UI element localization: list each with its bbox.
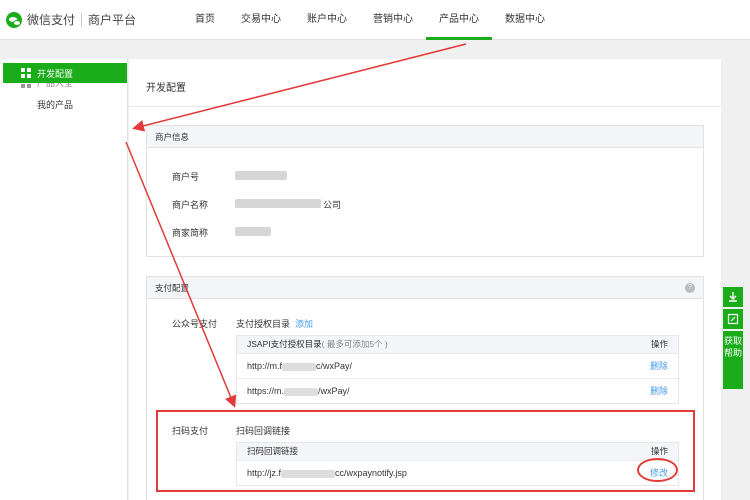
merchant-name-suffix: 公司 — [323, 200, 342, 210]
download-button[interactable] — [723, 287, 743, 307]
title-divider — [129, 106, 721, 107]
nav-trade-center[interactable]: 交易中心 — [228, 0, 294, 40]
add-dir-link[interactable]: 添加 — [295, 317, 313, 330]
table-header: JSAPI支付授权目录( 最多可添加5个 ) 操作 — [237, 336, 678, 353]
help-icon[interactable]: ? — [685, 283, 695, 293]
jsapi-pay-label: 公众号支付 — [172, 319, 218, 329]
brand-logo[interactable]: 微信支付 商户平台 — [6, 11, 136, 28]
sidebar: 产品大全 我的产品 — [0, 59, 128, 500]
merchant-short-label: 商家简称 — [172, 228, 209, 238]
dir-url-prefix: http://m.f — [247, 361, 283, 371]
brand-divider — [81, 12, 83, 27]
table-row: https://m. /wxPay/ 删除 — [237, 378, 678, 403]
download-icon — [729, 292, 737, 302]
dir-url-suffix: /wxPay/ — [318, 386, 350, 396]
merchant-short-value — [235, 227, 271, 236]
page-title: 开发配置 — [146, 83, 186, 94]
merchant-id-label: 商户号 — [172, 172, 200, 182]
table-row: http://m.f c/wxPay/ 删除 — [237, 353, 678, 378]
nav-home[interactable]: 首页 — [182, 0, 228, 40]
main-nav: 首页 交易中心 账户中心 营销中心 产品中心 数据中心 — [182, 0, 558, 40]
floating-panel: 获取帮助 — [723, 287, 743, 389]
jsapi-dir-label: 支付授权目录 — [236, 319, 291, 329]
dir-url-suffix: c/wxPay/ — [316, 361, 353, 371]
op-header: 操作 — [650, 339, 668, 349]
dir-url-prefix: https://m. — [247, 386, 285, 396]
delete-link[interactable]: 删除 — [650, 354, 668, 378]
grid-icon — [21, 68, 31, 78]
feedback-button[interactable] — [723, 309, 743, 329]
merchant-id-value — [235, 171, 287, 180]
pay-config-title: 支付配置 — [147, 277, 703, 299]
top-bar: 微信支付 商户平台 首页 交易中心 账户中心 营销中心 产品中心 数据中心 — [0, 0, 750, 40]
nav-data-center[interactable]: 数据中心 — [492, 0, 558, 40]
get-help-button[interactable]: 获取帮助 — [723, 331, 743, 389]
delete-link[interactable]: 删除 — [650, 379, 668, 403]
merchant-info-title: 商户信息 — [147, 126, 703, 148]
nav-marketing-center[interactable]: 营销中心 — [360, 0, 426, 40]
wechat-pay-icon — [6, 11, 22, 28]
annotation-box — [156, 410, 695, 492]
merchant-info-panel: 商户信息 商户号 商户名称 公司 商家简称 — [146, 125, 704, 257]
sidebar-item-my-products[interactable]: 我的产品 — [37, 98, 73, 111]
jsapi-table-hint: ( 最多可添加5个 ) — [321, 339, 388, 349]
redacted-text — [282, 362, 317, 371]
nav-product-center[interactable]: 产品中心 — [426, 0, 492, 40]
jsapi-table-title: JSAPI支付授权目录 — [247, 339, 322, 349]
sidebar-item-dev-config[interactable]: 开发配置 — [3, 63, 127, 83]
annotation-oval — [637, 458, 678, 482]
redacted-text — [284, 387, 319, 396]
edit-icon — [727, 313, 739, 325]
nav-account-center[interactable]: 账户中心 — [294, 0, 360, 40]
brand-name: 微信支付 — [27, 13, 76, 27]
merchant-name-value — [235, 199, 321, 208]
merchant-name-label: 商户名称 — [172, 200, 209, 210]
dir-url: https://m. /wxPay/ — [247, 379, 350, 403]
dir-url: http://m.f c/wxPay/ — [247, 354, 352, 378]
sidebar-item-label: 开发配置 — [37, 68, 74, 79]
jsapi-dir-table: JSAPI支付授权目录( 最多可添加5个 ) 操作 http://m.f c/wx… — [236, 335, 679, 404]
brand-subtitle: 商户平台 — [88, 13, 137, 27]
